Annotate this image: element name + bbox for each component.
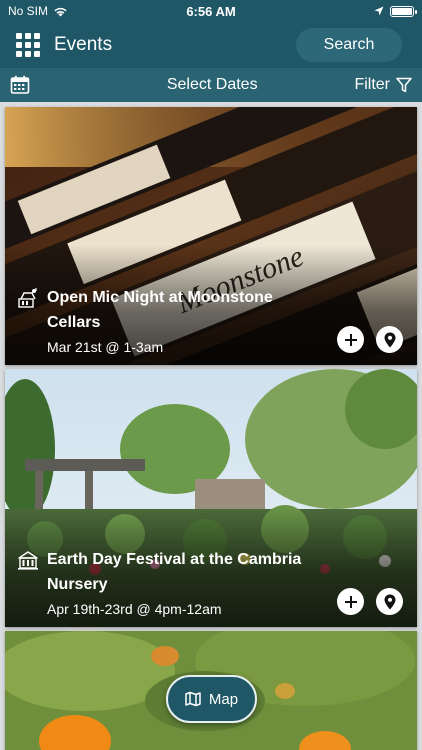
event-card[interactable]: Earth Day Festival at the Cambria Nurser… — [5, 369, 417, 627]
wifi-icon — [54, 7, 67, 16]
add-event-button[interactable] — [337, 588, 364, 615]
event-title-row: Earth Day Festival at the Cambria Nurser… — [17, 547, 317, 597]
building-icon — [18, 551, 38, 570]
event-location-button[interactable] — [376, 588, 403, 615]
calendar-icon[interactable] — [10, 75, 30, 95]
filter-label: Filter — [354, 76, 390, 93]
carrier-label: No SIM — [8, 4, 49, 18]
status-left: No SIM — [8, 4, 68, 18]
event-actions — [337, 326, 403, 353]
search-button[interactable]: Search — [296, 28, 402, 62]
map-pin-icon — [384, 332, 395, 347]
map-button[interactable]: Map — [166, 675, 257, 723]
map-icon — [185, 691, 201, 707]
event-info: Open Mic Night at Moonstone Cellars Mar … — [17, 285, 317, 355]
event-title-row: Open Mic Night at Moonstone Cellars — [17, 285, 317, 335]
select-dates-button[interactable]: Select Dates — [30, 76, 354, 94]
date-filter-bar: Select Dates Filter — [0, 68, 422, 102]
event-actions — [337, 588, 403, 615]
location-arrow-icon — [374, 6, 384, 16]
plus-icon — [344, 333, 357, 346]
plus-icon — [344, 595, 357, 608]
battery-icon — [390, 5, 417, 17]
event-info: Earth Day Festival at the Cambria Nurser… — [17, 547, 317, 617]
event-card[interactable]: Moonstone Open Mic Night at Moonstone Ce… — [5, 107, 417, 365]
status-right — [374, 5, 417, 17]
map-button-label: Map — [208, 690, 239, 708]
map-pin-icon — [384, 594, 395, 609]
funnel-icon — [396, 77, 412, 93]
events-feed[interactable]: Moonstone Open Mic Night at Moonstone Ce… — [0, 102, 422, 750]
status-bar: No SIM 6:56 AM — [0, 0, 422, 22]
event-date: Apr 19th-23rd @ 4pm-12am — [47, 601, 222, 617]
filter-button[interactable]: Filter — [354, 76, 412, 94]
page-title: Events — [54, 34, 113, 55]
event-title[interactable]: Open Mic Night at Moonstone Cellars — [47, 285, 317, 335]
menu-grid-icon[interactable] — [16, 33, 40, 57]
event-date: Mar 21st @ 1-3am — [47, 339, 164, 355]
event-title[interactable]: Earth Day Festival at the Cambria Nurser… — [47, 547, 317, 597]
music-icon — [18, 288, 37, 308]
event-location-button[interactable] — [376, 326, 403, 353]
add-event-button[interactable] — [337, 326, 364, 353]
app-header: Events Search — [0, 22, 422, 68]
